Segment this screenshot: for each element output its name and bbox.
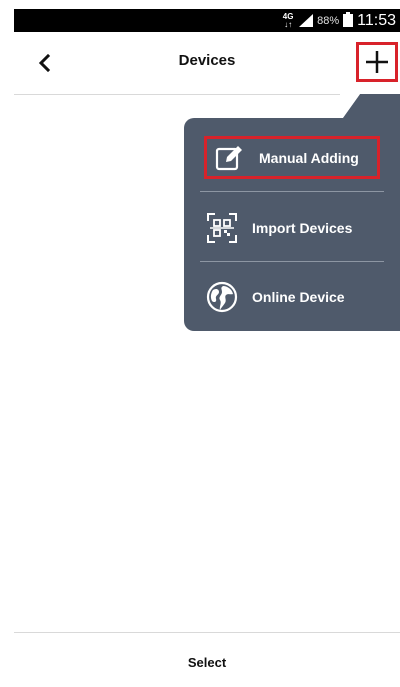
battery-percent: 88% [317,14,340,27]
network-indicator: 4G ↓↑ [281,12,295,29]
plus-icon [366,51,388,73]
menu-item-manual-adding[interactable]: Manual Adding [204,136,380,179]
menu-divider [200,261,384,262]
clock: 11:53 [357,11,396,29]
menu-item-import-devices[interactable]: Import Devices [200,204,386,252]
menu-divider [200,191,384,192]
status-bar: 4G ↓↑ 88% 11:53 [14,9,400,32]
status-indicators: 4G ↓↑ 88% 11:53 [281,9,396,32]
bottom-bar: Select [14,632,400,687]
add-device-button[interactable] [356,42,398,82]
menu-item-label: Import Devices [252,220,353,236]
network-activity: ↓↑ [284,19,293,29]
page-title: Devices [178,52,236,69]
menu-item-label: Manual Adding [259,149,359,166]
select-button[interactable]: Select [14,655,400,670]
qr-scan-icon [204,210,240,246]
edit-icon [211,140,247,176]
menu-item-online-device[interactable]: Online Device [200,273,386,321]
battery-icon [343,12,354,27]
menu-item-label: Online Device [252,289,345,305]
globe-icon [204,279,240,315]
header: Devices [14,32,400,95]
add-device-menu: Manual Adding Import Devices Online Devi… [184,118,400,331]
signal-icon [299,14,314,27]
